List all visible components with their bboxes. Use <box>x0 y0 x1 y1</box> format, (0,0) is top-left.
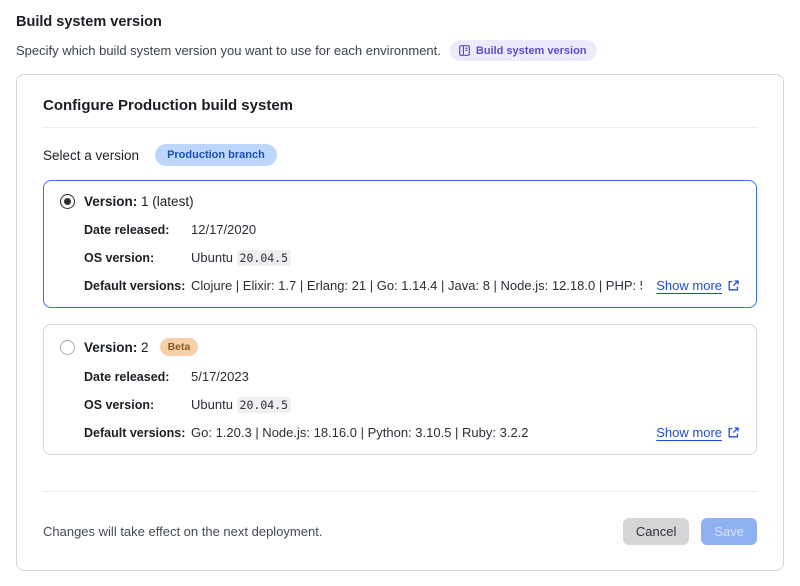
date-released-label: Date released: <box>84 370 191 384</box>
default-versions-value: Clojure | Elixir: 1.7 | Erlang: 21 | Go:… <box>191 278 642 293</box>
os-version-label: OS version: <box>84 251 191 265</box>
version-2-defaults-row: Default versions: Go: 1.20.3 | Node.js: … <box>84 425 740 440</box>
panel-heading: Configure Production build system <box>43 97 757 128</box>
default-versions-value: Go: 1.20.3 | Node.js: 18.16.0 | Python: … <box>191 425 642 440</box>
version-1-show-more-link[interactable]: Show more <box>656 278 740 293</box>
production-branch-badge: Production branch <box>155 144 277 166</box>
version-1-defaults-row: Default versions: Clojure | Elixir: 1.7 … <box>84 278 740 293</box>
docs-badge[interactable]: Build system version <box>450 40 597 61</box>
cancel-button[interactable]: Cancel <box>623 518 689 545</box>
default-versions-label: Default versions: <box>84 426 191 440</box>
page-description-row: Specify which build system version you w… <box>16 40 784 61</box>
select-version-label: Select a version <box>43 148 139 163</box>
version-2-show-more-link[interactable]: Show more <box>656 425 740 440</box>
version-1-radio[interactable] <box>60 194 75 209</box>
configure-panel: Configure Production build system Select… <box>16 74 784 571</box>
save-button[interactable]: Save <box>701 518 757 545</box>
version-2-card[interactable]: Version: 2 Beta Date released: 5/17/2023… <box>43 324 757 455</box>
external-link-icon <box>727 426 740 439</box>
default-versions-label: Default versions: <box>84 279 191 293</box>
date-released-value: 12/17/2020 <box>191 222 256 237</box>
page-description: Specify which build system version you w… <box>16 43 441 58</box>
footer-divider <box>43 491 757 492</box>
external-link-icon <box>727 279 740 292</box>
version-2-os-row: OS version: Ubuntu 20.04.5 <box>84 397 740 412</box>
version-2-header: Version: 2 Beta <box>60 338 740 356</box>
version-2-title: Version: 2 <box>84 340 149 355</box>
date-released-value: 5/17/2023 <box>191 369 249 384</box>
version-2-radio[interactable] <box>60 340 75 355</box>
version-1-header: Version: 1 (latest) <box>60 194 740 209</box>
os-version-code: 20.04.5 <box>237 250 291 266</box>
footer-buttons: Cancel Save <box>623 518 757 545</box>
version-1-date-row: Date released: 12/17/2020 <box>84 222 740 237</box>
book-icon <box>458 44 471 57</box>
footer-row: Changes will take effect on the next dep… <box>43 518 757 545</box>
page-title: Build system version <box>16 14 784 30</box>
os-version-code: 20.04.5 <box>237 397 291 413</box>
beta-badge: Beta <box>160 338 199 356</box>
os-version-value: Ubuntu 20.04.5 <box>191 397 291 412</box>
version-1-os-row: OS version: Ubuntu 20.04.5 <box>84 250 740 265</box>
select-version-row: Select a version Production branch <box>43 144 757 166</box>
date-released-label: Date released: <box>84 223 191 237</box>
docs-badge-label: Build system version <box>476 45 587 57</box>
os-version-label: OS version: <box>84 398 191 412</box>
version-2-date-row: Date released: 5/17/2023 <box>84 369 740 384</box>
version-1-card[interactable]: Version: 1 (latest) Date released: 12/17… <box>43 180 757 308</box>
footer-note: Changes will take effect on the next dep… <box>43 524 322 539</box>
os-version-value: Ubuntu 20.04.5 <box>191 250 291 265</box>
version-1-title: Version: 1 (latest) <box>84 194 194 209</box>
